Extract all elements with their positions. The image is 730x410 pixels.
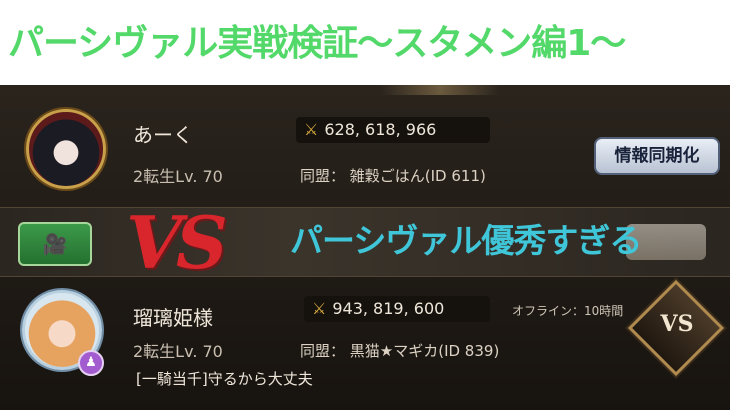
player1-power-value: 628, 618, 966 [324,120,437,139]
person-badge-icon: ♟ [78,350,104,376]
player-row-1[interactable]: あーく ⚔ 628, 618, 966 2転生Lv. 70 同盟： 雑穀ごはん(I… [0,97,730,205]
vs-button[interactable]: VS [646,311,708,337]
player2-power-value: 943, 819, 600 [332,299,445,318]
video-camera-icon: 🎥 [42,232,68,256]
sync-info-button[interactable]: 情報同期化 [594,137,720,175]
player1-name: あーく [133,123,193,147]
top-ornament [380,85,500,95]
banner-title: パーシヴァル実戦検証〜スタメン編1〜 [8,23,626,64]
player2-name: 瑠璃姫様 [133,306,213,330]
player2-status: オフライン：10時間 [512,304,624,318]
player-row-2[interactable]: ♟ 瑠璃姫様 ⚔ 943, 819, 600 オフライン：10時間 2転生Lv. … [0,279,730,410]
player1-level: 2転生Lv. 70 [133,167,223,186]
player1-avatar[interactable] [26,109,106,189]
player2-alliance: 同盟： 黒猫★マギカ(ID 839) [300,342,500,360]
crossed-swords-icon: ⚔ [304,120,319,139]
crossed-swords-icon: ⚔ [312,299,327,318]
game-screen: あーく ⚔ 628, 618, 966 2転生Lv. 70 同盟： 雑穀ごはん(I… [0,85,730,410]
video-button[interactable]: 🎥 [18,222,92,266]
player2-quote: [一騎当千]守るから大丈夫 [136,370,313,388]
title-banner: パーシヴァル実戦検証〜スタメン編1〜 [0,0,730,85]
overlay-caption: パーシヴァル優秀すぎる [290,221,642,260]
player2-power: ⚔ 943, 819, 600 [304,296,490,322]
middle-band: 🎥 VS パーシヴァル優秀すぎる [0,200,730,285]
player1-alliance: 同盟： 雑穀ごはん(ID 611) [300,167,486,185]
vs-overlay-text: VS [126,200,228,285]
player1-power: ⚔ 628, 618, 966 [296,117,490,143]
player2-level: 2転生Lv. 70 [133,342,223,361]
